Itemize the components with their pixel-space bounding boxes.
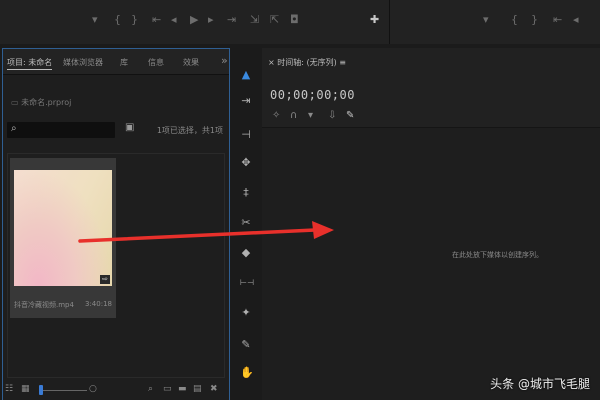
add-marker-icon[interactable]: ▾ [308, 110, 313, 121]
pen-tool-icon[interactable]: ✦ [240, 306, 252, 320]
find-icon[interactable]: ⌕ [148, 384, 153, 394]
step-back-icon[interactable]: ◂ [171, 14, 177, 26]
clip-thumbnail[interactable]: ⇨ [14, 170, 112, 286]
export-frame-icon[interactable]: ◘ [290, 14, 299, 26]
rolling-edit-tool-icon[interactable]: ✥ [240, 156, 252, 170]
new-bin-icon[interactable]: ▣ [125, 122, 134, 133]
more-tabs-icon[interactable]: » [221, 54, 228, 67]
add-button-icon[interactable]: ✚ [370, 14, 379, 26]
track-select-tool-icon[interactable]: ⇥ [240, 94, 252, 108]
source-monitor-controls: ▾ { } ⇤ ◂ ▶ ▸ ⇥ ⇲ ⇱ ◘ ✚ [0, 0, 390, 44]
zoom-circle-icon[interactable]: ○ [89, 384, 97, 394]
new-bin-bottom-icon[interactable]: ▭ [163, 384, 172, 394]
list-view-icon[interactable]: ☷ [5, 384, 13, 394]
zoom-slider-knob[interactable] [39, 385, 43, 395]
captions-icon[interactable]: ⇩ [328, 110, 336, 121]
slip-tool-icon[interactable]: ◆ [240, 246, 252, 260]
search-icon: ⌕ [11, 123, 17, 134]
tools-panel: ▲ ⇥ ⊣ ✥ ‡ ✂ ◆ ⊢⊣ ✦ ✎ ✋ [236, 56, 256, 400]
clip-item[interactable]: ⇨ 抖音冷藏视频.mp4 3:40:18 [10, 158, 116, 318]
marker-icon[interactable]: ▾ [92, 14, 98, 26]
timeline-tab-label: 时间轴: (无序列) [277, 58, 337, 67]
slide-tool-icon[interactable]: ⊢⊣ [240, 276, 254, 290]
close-tab-icon[interactable]: × [268, 58, 277, 67]
tab-timeline[interactable]: × 时间轴: (无序列) ≡ [268, 57, 346, 68]
timeline-panel: × 时间轴: (无序列) ≡ 00;00;00;00 ✧ ∩ ▾ ⇩ ✎ 在此处… [262, 48, 600, 400]
watermark: 头条 @城市飞毛腿 [490, 377, 590, 391]
out-point-icon[interactable]: } [531, 14, 538, 26]
selection-status: 1项已选择，共1项 [156, 126, 223, 135]
tab-libraries[interactable]: 库 [120, 57, 128, 68]
project-bottom-bar: ☷ ▦ ○ ⌕ ▭ ▬ ▤ ✖ [3, 379, 229, 400]
new-item-icon[interactable]: ▤ [193, 384, 202, 394]
snap-icon[interactable]: ✧ [272, 110, 280, 121]
in-point-icon[interactable]: { [511, 14, 518, 26]
tab-media-browser[interactable]: 媒体浏览器 [63, 57, 103, 68]
in-point-icon[interactable]: { [114, 14, 121, 26]
zoom-slider-track[interactable] [43, 390, 87, 391]
project-panel: 项目: 未命名 媒体浏览器 库 信息 效果 » ▭ 未命名.prproj ⌕ ▣… [2, 48, 230, 400]
video-badge-icon: ⇨ [100, 275, 110, 284]
folder-bottom-icon[interactable]: ▬ [178, 384, 187, 394]
ripple-edit-tool-icon[interactable]: ⊣ [240, 128, 252, 142]
tab-effects[interactable]: 效果 [183, 57, 199, 68]
program-monitor-controls: ▾ { } ⇤ ◂ [391, 0, 600, 44]
linked-selection-icon[interactable]: ∩ [290, 110, 297, 121]
play-icon[interactable]: ▶ [190, 14, 198, 26]
timeline-timecode[interactable]: 00;00;00;00 [270, 88, 355, 102]
marker-icon[interactable]: ▾ [483, 14, 489, 26]
settings-wrench-icon[interactable]: ✎ [346, 110, 354, 121]
drop-media-hint: 在此处放下媒体以创建序列。 [452, 251, 543, 259]
tab-info[interactable]: 信息 [148, 57, 164, 68]
insert-icon[interactable]: ⇲ [250, 14, 259, 26]
project-file: ▭ 未命名.prproj [11, 97, 71, 108]
zoom-tool-icon[interactable]: ✋ [240, 366, 254, 380]
selection-tool-icon[interactable]: ▲ [240, 68, 252, 82]
goto-out-icon[interactable]: ⇥ [227, 14, 236, 26]
clip-duration: 3:40:18 [85, 300, 112, 308]
panel-menu-icon[interactable]: ≡ [337, 58, 346, 67]
out-point-icon[interactable]: } [131, 14, 138, 26]
step-forward-icon[interactable]: ▸ [208, 14, 214, 26]
trash-icon[interactable]: ✖ [210, 384, 218, 394]
rate-stretch-tool-icon[interactable]: ‡ [240, 186, 252, 200]
search-input[interactable] [23, 123, 111, 136]
icon-view-icon[interactable]: ▦ [21, 384, 30, 394]
clip-name: 抖音冷藏视频.mp4 [14, 301, 74, 309]
top-toolbar: ▾ { } ⇤ ◂ ▶ ▸ ⇥ ⇲ ⇱ ◘ ✚ ▾ { } ⇤ ◂ [0, 0, 600, 44]
search-field[interactable]: ⌕ [7, 122, 115, 138]
step-back-icon[interactable]: ◂ [573, 14, 579, 26]
goto-in-icon[interactable]: ⇤ [152, 14, 161, 26]
overwrite-icon[interactable]: ⇱ [270, 14, 279, 26]
hand-tool-icon[interactable]: ✎ [240, 338, 252, 352]
folder-icon: ▭ [11, 98, 22, 107]
project-tabs: 项目: 未命名 媒体浏览器 库 信息 效果 » [3, 49, 229, 75]
timeline-header: × 时间轴: (无序列) ≡ 00;00;00;00 ✧ ∩ ▾ ⇩ ✎ [262, 48, 600, 128]
media-list: ⇨ 抖音冷藏视频.mp4 3:40:18 [7, 153, 225, 378]
project-file-name: 未命名.prproj [21, 98, 72, 107]
goto-in-icon[interactable]: ⇤ [553, 14, 562, 26]
tab-project[interactable]: 项目: 未命名 [7, 57, 53, 70]
razor-tool-icon[interactable]: ✂ [240, 216, 252, 230]
